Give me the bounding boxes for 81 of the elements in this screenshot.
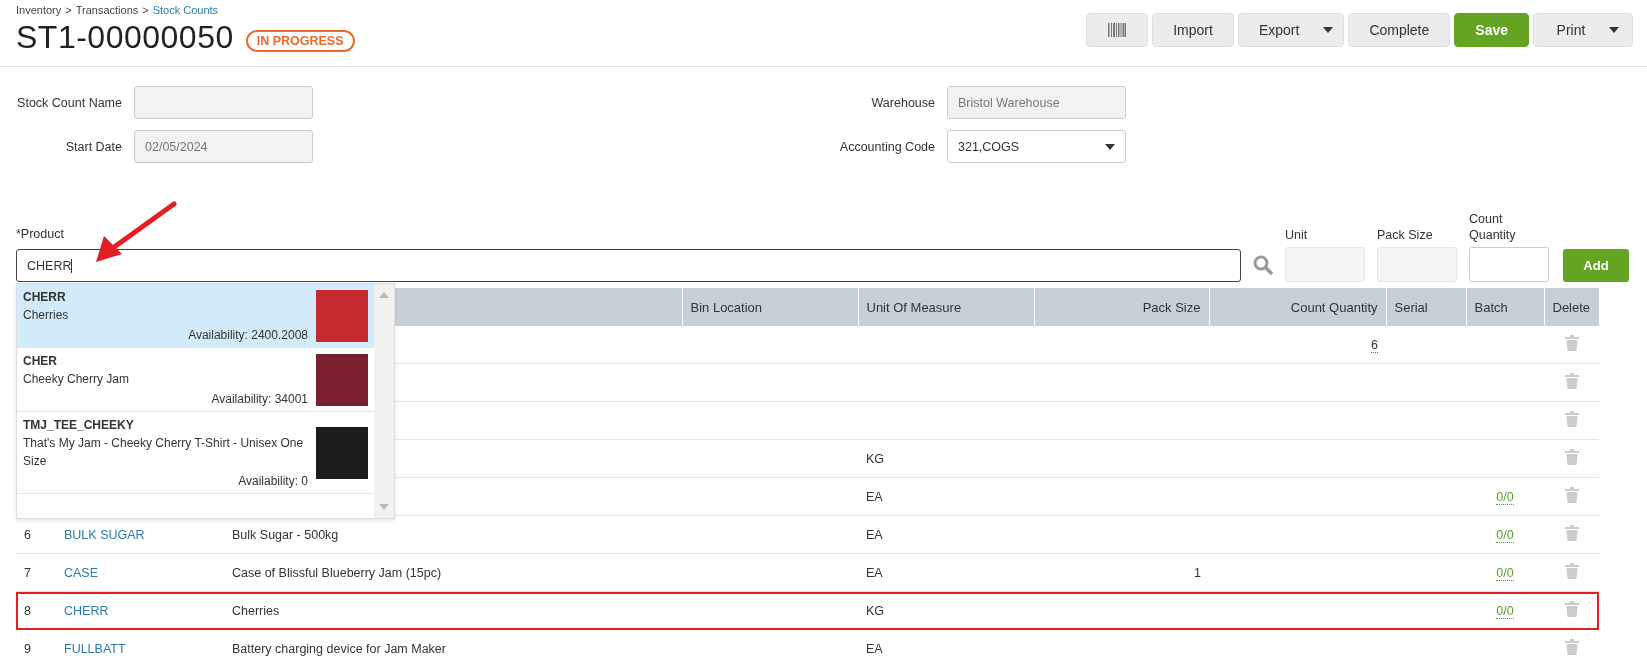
trash-icon[interactable]	[1564, 449, 1579, 465]
field-label: *Product	[16, 227, 65, 241]
trash-icon[interactable]	[1564, 639, 1579, 655]
product-code-link[interactable]: CHERR	[64, 603, 109, 618]
save-button[interactable]: Save	[1454, 13, 1529, 47]
suggestion-item[interactable]: TMJ_TEE_CHEEKY That's My Jam - Cheeky Cherry T-Shirt - Unisex One Size Availability: 0	[17, 412, 374, 494]
dropdown-button[interactable]: Print	[1533, 13, 1633, 47]
table-cell: Bulk Sugar - 500kg	[232, 527, 339, 542]
photo-placeholder	[316, 290, 368, 342]
caret-icon	[1609, 27, 1620, 33]
row-number: 7	[24, 565, 31, 580]
add-button[interactable]: Add	[1563, 249, 1629, 282]
column-header: Delete	[1544, 288, 1599, 326]
row-number: 6	[24, 527, 31, 542]
column-header: Batch	[1466, 288, 1544, 326]
table-cell: EA	[866, 527, 883, 542]
column-header: Pack Size	[1034, 288, 1209, 326]
field-label: Stock Count Name	[16, 95, 122, 110]
product-search-field[interactable]: CHERR	[16, 249, 1241, 282]
breadcrumb-item: Transactions	[75, 4, 139, 16]
search-icon[interactable]	[1253, 255, 1273, 275]
dropdown-button[interactable]: Export	[1237, 13, 1345, 47]
trash-icon[interactable]	[1564, 373, 1579, 389]
column-header: Serial	[1386, 288, 1466, 326]
select-field[interactable]: 321,COGS	[947, 130, 1126, 163]
input-field[interactable]	[1285, 247, 1365, 282]
barcode-button[interactable]	[1086, 13, 1149, 47]
scroll-up-icon[interactable]	[379, 292, 389, 298]
product-code-link[interactable]: CASE	[64, 565, 99, 580]
trash-icon[interactable]	[1564, 487, 1579, 503]
field-label: Accounting Code	[838, 139, 935, 154]
breadcrumb-item: Inventory	[16, 4, 62, 16]
table-cell: Battery charging device for Jam Maker	[232, 641, 446, 656]
field-label: Count Quantity	[1469, 211, 1517, 243]
row-number: 8	[24, 603, 31, 618]
trash-icon[interactable]	[1564, 601, 1579, 617]
suggestion-item[interactable]: CHER Cheeky Cherry Jam Availability: 34001	[17, 348, 374, 412]
status-badge: IN PROGRESS	[245, 29, 355, 52]
batch-link[interactable]: 0/0	[1496, 527, 1514, 543]
scroll-down-icon[interactable]	[379, 504, 389, 510]
batch-link[interactable]: 0/0	[1496, 565, 1514, 581]
product-code-link[interactable]: FULLBATT	[64, 641, 126, 656]
field-label: Unit	[1285, 227, 1309, 243]
toolbar-button[interactable]: Complete	[1348, 13, 1451, 47]
page-title: ST1-00000050	[16, 19, 234, 56]
scrollbar[interactable]	[374, 284, 394, 518]
editable-cell[interactable]: 6	[1371, 337, 1378, 353]
field-label: Pack Size	[1377, 227, 1434, 243]
photo-placeholder	[316, 427, 368, 479]
column-header: Bin Location	[682, 288, 858, 326]
field-label: Start Date	[64, 139, 122, 154]
breadcrumb-separator: >	[65, 4, 72, 16]
table-cell: Case of Blissful Blueberry Jam (15pc)	[232, 565, 442, 580]
column-header: Count Quantity	[1209, 288, 1386, 326]
barcode-icon	[1108, 23, 1127, 37]
table-cell: EA	[866, 641, 883, 656]
photo-placeholder	[316, 354, 368, 406]
breadcrumb-separator: >	[142, 4, 149, 16]
trash-icon[interactable]	[1564, 563, 1579, 579]
caret-icon	[1105, 143, 1115, 150]
table-cell: EA	[866, 565, 883, 580]
input-field[interactable]	[1469, 247, 1549, 282]
table-cell: 1	[1194, 565, 1201, 580]
field-label: Warehouse	[870, 95, 935, 110]
breadcrumb-item[interactable]: Stock Counts	[152, 4, 219, 16]
table-cell: Cherries	[232, 603, 280, 618]
trash-icon[interactable]	[1564, 411, 1579, 427]
column-header: Unit Of Measure	[858, 288, 1034, 326]
suggestion-item[interactable]: CHERR Cherries Availability: 2400.2008	[17, 284, 374, 348]
batch-link[interactable]: 0/0	[1496, 489, 1514, 505]
trash-icon[interactable]	[1564, 525, 1579, 541]
table-cell: KG	[866, 603, 885, 618]
batch-link[interactable]: 0/0	[1496, 603, 1514, 619]
table-cell: EA	[866, 489, 883, 504]
toolbar-button[interactable]: Import	[1152, 13, 1234, 47]
table-cell: KG	[866, 451, 885, 466]
caret-icon	[1323, 27, 1334, 33]
row-number: 9	[24, 641, 31, 656]
product-code-link[interactable]: BULK SUGAR	[64, 527, 145, 542]
input-field[interactable]	[1377, 247, 1457, 282]
trash-icon[interactable]	[1564, 335, 1579, 351]
